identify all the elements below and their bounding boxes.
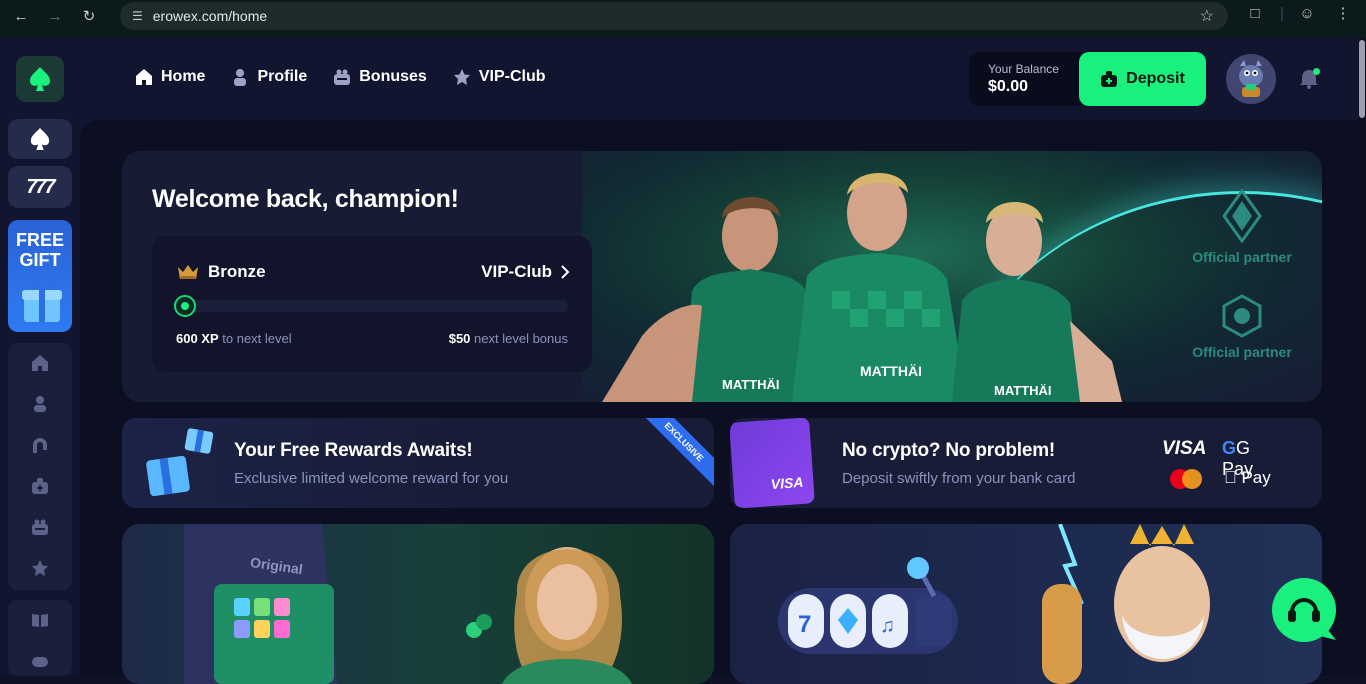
official-partner-werder: Official partner <box>1182 189 1302 265</box>
sidebar-casino-tile[interactable] <box>8 119 72 159</box>
user-icon <box>234 69 247 86</box>
sidebar-profile-icon[interactable] <box>30 394 50 414</box>
tier-badge: Bronze <box>176 262 266 282</box>
spade-logo-icon <box>30 67 50 91</box>
url-text: erowex.com/home <box>152 8 268 24</box>
free-rewards-banner[interactable]: Your Free Rewards Awaits! Exclusive limi… <box>122 418 714 508</box>
gift-boxes-icon <box>146 428 214 497</box>
account-icon[interactable]: ☺ <box>1296 5 1318 22</box>
deposit-label: Deposit <box>1126 70 1185 87</box>
originals-illustration: Original <box>184 524 632 684</box>
bank-card-banner[interactable]: VISA No crypto? No problem! Deposit swif… <box>730 418 1322 508</box>
xp-progress-bar <box>174 300 568 312</box>
sidebar-vip-icon[interactable] <box>30 558 50 578</box>
balance-value: $0.00 <box>988 78 1029 95</box>
rewards-subtitle: Exclusive limited welcome reward for you <box>234 470 509 487</box>
gift-box-icon <box>22 283 62 322</box>
rewards-title: Your Free Rewards Awaits! <box>234 440 473 461</box>
vip-link-label: VIP-Club <box>481 262 552 281</box>
sidebar-nav-group <box>8 343 72 590</box>
divider: | <box>1280 4 1284 22</box>
live-support-button[interactable] <box>1272 578 1336 642</box>
visa-card-image: VISA <box>730 418 815 508</box>
sidebar-secondary-group <box>8 600 72 676</box>
next-level-bonus: $50 next level bonus <box>448 331 568 346</box>
svg-text:7: 7 <box>798 611 811 638</box>
welcome-title: Welcome back, champion! <box>152 185 459 213</box>
avatar[interactable] <box>1226 54 1276 104</box>
star-icon <box>453 69 470 85</box>
nav-vip-label: VIP-Club <box>478 68 546 85</box>
nav-home-label: Home <box>161 68 206 85</box>
apple-pay-logo:  Pay <box>1224 468 1271 487</box>
tier-label: Bronze <box>208 262 266 281</box>
deposit-button[interactable]: Deposit <box>1079 52 1206 106</box>
forward-icon[interactable]: → <box>42 3 68 29</box>
crypto-subtitle: Deposit swiftly from your bank card <box>842 470 1076 487</box>
bronze-crown-icon <box>178 265 198 279</box>
official-partner-crypto: Official partner <box>1182 294 1302 360</box>
nav-home[interactable]: Home <box>135 68 205 86</box>
slots-illustration: 7 ♫ <box>778 524 1210 684</box>
nav-profile-label: Profile <box>257 68 308 85</box>
page-scrollbar[interactable] <box>1358 38 1366 676</box>
slots-icon: 777 <box>26 175 55 198</box>
slots-game-tile[interactable]: 7 ♫ <box>730 524 1322 684</box>
sidebar-book-icon[interactable] <box>30 610 50 630</box>
logo[interactable] <box>16 56 64 102</box>
browser-toolbar: ← → ↻ ☰ erowex.com/home ☆ □ | ☺ ⋮ <box>0 0 1366 32</box>
partner-label: Official partner <box>1192 249 1292 265</box>
avatar-dragon-icon <box>1226 54 1276 104</box>
scrollbar-thumb[interactable] <box>1359 40 1365 118</box>
svg-text:MATTHÄI: MATTHÄI <box>994 383 1052 398</box>
vip-progress-card: Bronze VIP-Club 600 XP to next level $50… <box>152 236 592 372</box>
bookmark-star-icon[interactable]: ☆ <box>1200 6 1214 26</box>
nav-vip-club[interactable]: VIP-Club <box>453 68 546 86</box>
sidebar-wallet-icon[interactable] <box>30 476 50 496</box>
back-icon[interactable]: ← <box>8 3 34 29</box>
visa-logo: VISA <box>1162 438 1207 459</box>
crypto-title: No crypto? No problem! <box>842 440 1056 461</box>
chevron-right-icon <box>561 265 570 279</box>
welcome-hero: Welcome back, champion! Bronze VIP-Club … <box>122 151 1322 402</box>
nav-bonuses[interactable]: Bonuses <box>333 68 427 86</box>
partner-label: Official partner <box>1192 344 1292 360</box>
svg-text:MATTHÄI: MATTHÄI <box>722 377 780 392</box>
address-bar[interactable]: ☰ erowex.com/home ☆ <box>120 2 1228 30</box>
originals-game-tile[interactable]: Original <box>122 524 714 684</box>
exclusive-ribbon: EXCLUSIVE <box>634 418 714 492</box>
site-info-icon[interactable]: ☰ <box>132 9 143 23</box>
svg-text:♫: ♫ <box>880 615 895 637</box>
sidebar-bonus-icon[interactable] <box>30 517 50 537</box>
nav-profile[interactable]: Profile <box>231 68 307 86</box>
extensions-icon[interactable]: □ <box>1244 5 1266 22</box>
balance-label: Your Balance <box>988 62 1059 76</box>
spade-icon <box>30 128 50 150</box>
mastercard-logo <box>1170 469 1202 489</box>
sidebar-home-icon[interactable] <box>30 353 50 373</box>
football-players-illustration: MATTHÄI MATTHÄI MATTHÄI <box>602 172 1122 402</box>
top-navigation: Home Profile Bonuses VIP-Club <box>135 68 546 86</box>
notification-badge <box>1313 68 1320 75</box>
free-gift-label: FREE GIFT <box>15 230 64 270</box>
sidebar-support-icon[interactable] <box>30 435 50 455</box>
reload-icon[interactable]: ↻ <box>76 3 102 29</box>
xp-progress-knob <box>174 295 196 317</box>
sidebar-game-icon[interactable] <box>30 651 50 671</box>
home-icon <box>136 69 152 85</box>
nav-bonuses-label: Bonuses <box>359 68 427 85</box>
free-gift-tile[interactable]: FREE GIFT <box>8 220 72 332</box>
vip-club-link[interactable]: VIP-Club <box>481 262 570 282</box>
svg-text:MATTHÄI: MATTHÄI <box>860 363 922 379</box>
gift-icon <box>334 69 351 85</box>
werder-crest-icon <box>1222 189 1262 243</box>
crypto-partner-icon <box>1222 294 1262 338</box>
wallet-plus-icon <box>1101 71 1118 87</box>
balance-display: Your Balance $0.00 <box>969 52 1081 106</box>
payment-logos: VISA GG Pay  Pay <box>1162 436 1282 492</box>
sidebar-slots-tile[interactable]: 777 <box>8 166 72 208</box>
xp-to-next-level: 600 XP to next level <box>176 331 292 346</box>
menu-icon[interactable]: ⋮ <box>1332 4 1354 22</box>
